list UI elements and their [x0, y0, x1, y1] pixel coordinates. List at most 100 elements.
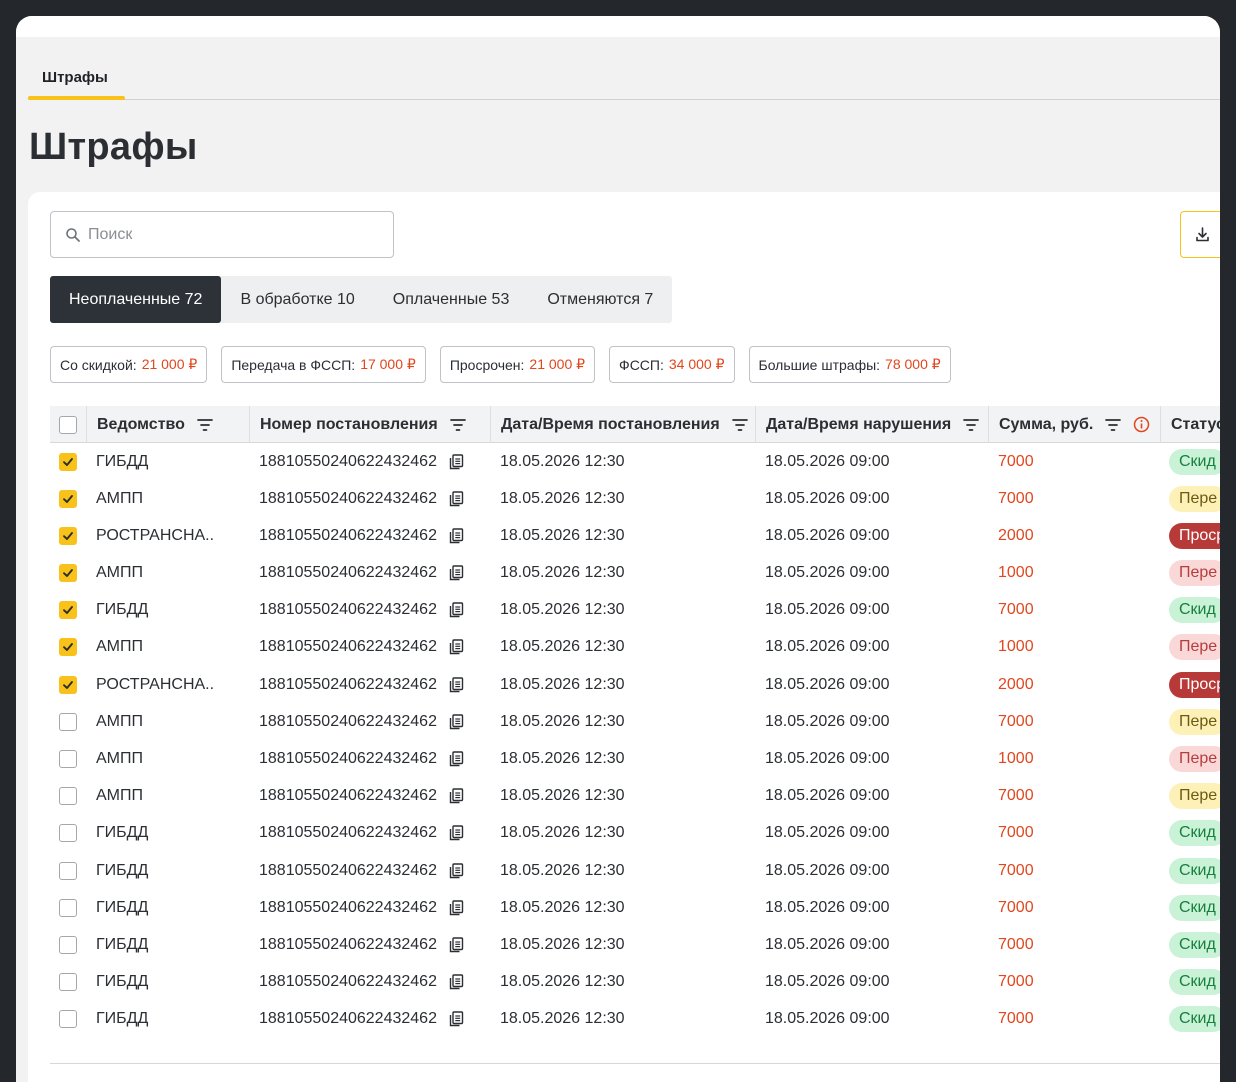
table-row[interactable]: АМПП 18810550240622432462 18.05.2026 12:30… — [50, 629, 1220, 666]
row-checkbox[interactable] — [59, 638, 77, 657]
header-agency[interactable]: Ведомство — [86, 406, 249, 443]
copy-icon[interactable] — [449, 453, 464, 470]
copy-icon[interactable] — [449, 751, 464, 767]
filter-chip[interactable]: Со скидкой: 21 000 ₽ — [50, 346, 208, 383]
copy-icon[interactable] — [449, 528, 464, 544]
table-row[interactable]: АМПП 18810550240622432462 18.05.2026 12:30… — [50, 778, 1220, 815]
row-select-cell — [59, 1001, 77, 1038]
sum-cell: 7000 — [998, 787, 1034, 805]
row-checkbox[interactable] — [59, 712, 77, 731]
filter-icon[interactable] — [1105, 418, 1122, 432]
table-row[interactable]: ГИБДД 18810550240622432462 18.05.2026 12:3… — [50, 964, 1220, 1001]
table-row[interactable]: ГИБДД 18810550240622432462 18.05.2026 12:3… — [50, 815, 1220, 852]
page-title: Штрафы — [29, 126, 198, 168]
decree-datetime-cell: 18.05.2026 12:30 — [500, 824, 625, 842]
row-checkbox[interactable] — [59, 452, 77, 471]
table-row[interactable]: РОСТРАНСНА.. 18810550240622432462 18.05.20… — [50, 517, 1220, 554]
table-row[interactable]: АМПП 18810550240622432462 18.05.2026 12:30… — [50, 555, 1220, 592]
status-badge: Скид — [1169, 1006, 1220, 1033]
row-select-cell — [59, 926, 77, 963]
copy-icon[interactable] — [449, 1011, 464, 1027]
table-row[interactable]: РОСТРАНСНА.. 18810550240622432462 18.05.20… — [50, 666, 1220, 703]
copy-icon[interactable] — [449, 639, 464, 655]
status-badge: Пере — [1169, 746, 1220, 772]
header-number[interactable]: Номер постановления — [249, 406, 490, 443]
copy-icon[interactable] — [449, 825, 464, 841]
filter-chip[interactable]: ФССП: 34 000 ₽ — [609, 346, 735, 383]
segment-tab[interactable]: Оплаченные 53 — [374, 276, 529, 323]
segment-tab[interactable]: Отменяются 7 — [528, 276, 672, 323]
filter-icon[interactable] — [731, 418, 748, 432]
decree-datetime-cell: 18.05.2026 12:30 — [500, 750, 625, 767]
decree-datetime-cell: 18.05.2026 12:30 — [500, 564, 625, 582]
search-box[interactable] — [50, 211, 394, 258]
row-checkbox[interactable] — [59, 824, 77, 843]
copy-icon[interactable] — [449, 490, 464, 507]
header-sum[interactable]: Сумма, руб. — [988, 406, 1160, 443]
table-row[interactable]: ГИБДД 18810550240622432462 18.05.2026 12:3… — [50, 852, 1220, 889]
copy-icon[interactable] — [449, 676, 464, 693]
tab-bar: Штрафы — [28, 37, 1220, 100]
decree-datetime-cell: 18.05.2026 12:30 — [500, 638, 625, 656]
copy-icon[interactable] — [449, 714, 464, 730]
copy-icon[interactable] — [449, 862, 464, 879]
copy-icon[interactable] — [449, 974, 464, 990]
status-badge: Скид — [1169, 448, 1220, 475]
copy-icon[interactable] — [449, 900, 464, 916]
segment-tab[interactable]: В обработке 10 — [221, 276, 373, 323]
table-row[interactable]: ГИБДД 18810550240622432462 18.05.2026 12:3… — [50, 926, 1220, 963]
row-checkbox[interactable] — [59, 675, 77, 694]
row-checkbox[interactable] — [59, 973, 77, 992]
download-button[interactable] — [1180, 211, 1220, 258]
filter-icon[interactable] — [449, 418, 466, 432]
table-row[interactable]: ГИБДД 18810550240622432462 18.05.2026 12:3… — [50, 443, 1220, 480]
copy-icon[interactable] — [449, 788, 464, 804]
row-checkbox[interactable] — [59, 564, 77, 583]
download-icon — [1196, 227, 1209, 242]
copy-icon[interactable] — [449, 602, 464, 618]
row-select-cell — [59, 480, 77, 517]
decree-number: 18810550240622432462 — [259, 824, 437, 842]
table-row[interactable]: АМПП 18810550240622432462 18.05.2026 12:30… — [50, 741, 1220, 778]
tab-fines[interactable]: Штрафы — [42, 69, 108, 86]
agency-cell: ГИБДД — [96, 973, 149, 991]
header-violation-datetime[interactable]: Дата/Время нарушения — [755, 406, 988, 443]
filter-chip[interactable]: Большие штрафы: 78 000 ₽ — [748, 346, 951, 383]
table-row[interactable]: ГИБДД 18810550240622432462 18.05.2026 12:3… — [50, 1001, 1220, 1038]
header-status[interactable]: Статус — [1160, 406, 1220, 443]
row-checkbox[interactable] — [59, 601, 77, 620]
table-row[interactable]: АМПП 18810550240622432462 18.05.2026 12:30… — [50, 480, 1220, 517]
table-row[interactable]: АМПП 18810550240622432462 18.05.2026 12:30… — [50, 703, 1220, 740]
filter-icon[interactable] — [197, 418, 213, 432]
table-row[interactable]: ГИБДД 18810550240622432462 18.05.2026 12:3… — [50, 889, 1220, 926]
sum-cell: 1000 — [998, 638, 1034, 656]
sum-cell: 1000 — [998, 750, 1034, 767]
table-row[interactable]: ГИБДД 18810550240622432462 18.05.2026 12:3… — [50, 592, 1220, 629]
filter-chip[interactable]: Просрочен: 21 000 ₽ — [439, 346, 596, 383]
row-checkbox[interactable] — [59, 898, 77, 917]
segment-tab[interactable]: Неоплаченные 72 — [50, 276, 222, 323]
agency-cell: РОСТРАНСНА.. — [96, 526, 215, 544]
row-checkbox[interactable] — [59, 526, 77, 545]
copy-icon[interactable] — [449, 937, 464, 953]
row-checkbox[interactable] — [59, 750, 77, 768]
decree-datetime-cell: 18.05.2026 12:30 — [500, 675, 625, 693]
info-icon[interactable] — [1133, 416, 1150, 433]
chip-amount: 34 000 ₽ — [668, 356, 725, 372]
row-checkbox[interactable] — [59, 489, 77, 508]
row-checkbox[interactable] — [59, 787, 77, 806]
header-decree-datetime[interactable]: Дата/Время постановления — [490, 406, 755, 443]
decree-datetime-cell: 18.05.2026 12:30 — [500, 1010, 625, 1028]
select-all-checkbox[interactable] — [59, 415, 77, 434]
filter-icon[interactable] — [963, 418, 980, 432]
copy-icon[interactable] — [449, 565, 464, 581]
filter-chip[interactable]: Передача в ФССП: 17 000 ₽ — [221, 346, 426, 383]
agency-cell: АМПП — [96, 787, 143, 805]
sum-cell: 2000 — [998, 675, 1034, 693]
search-input[interactable] — [88, 225, 388, 244]
sum-cell: 7000 — [998, 973, 1034, 991]
row-checkbox[interactable] — [59, 861, 77, 880]
row-checkbox[interactable] — [59, 935, 77, 954]
row-select-cell — [59, 703, 77, 740]
row-checkbox[interactable] — [59, 1010, 77, 1029]
